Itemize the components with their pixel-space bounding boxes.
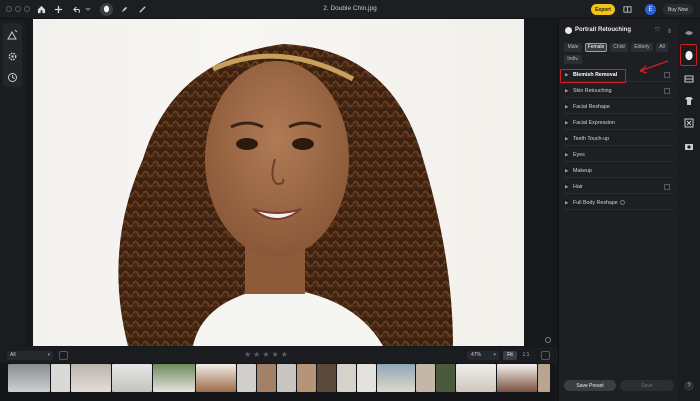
portrait-icon[interactable]: [684, 50, 694, 61]
filter-select[interactable]: All ▾: [7, 351, 53, 360]
thumbnail[interactable]: [377, 364, 415, 392]
chip-all[interactable]: All: [656, 43, 668, 52]
background-icon[interactable]: [684, 74, 694, 84]
crop-icon[interactable]: [684, 118, 694, 128]
expand-arrow-icon: ▶: [565, 88, 569, 93]
reset-icon[interactable]: ⤧: [655, 28, 660, 35]
thumbnail[interactable]: [497, 364, 537, 392]
section-eyes[interactable]: ▶ Eyes: [563, 149, 673, 162]
section-teeth-touch-up[interactable]: ▶ Teeth Touch-up: [563, 133, 673, 146]
clothing-icon[interactable]: [684, 96, 694, 106]
chip-child[interactable]: Child: [610, 43, 628, 52]
chevron-down-icon: ▾: [493, 352, 496, 358]
save-preset-button[interactable]: Save Preset: [564, 380, 616, 391]
compare-icon[interactable]: [621, 3, 633, 15]
toggle-icon[interactable]: [664, 184, 670, 190]
save-button[interactable]: Save: [620, 380, 674, 391]
section-skin-retouching[interactable]: ▶ Skin Retouching: [563, 85, 673, 98]
expand-arrow-icon: ▶: [565, 152, 569, 157]
save-button-label: Save: [641, 382, 653, 389]
thumbnail[interactable]: [436, 364, 455, 392]
chip-female[interactable]: Female: [585, 43, 607, 52]
info-icon[interactable]: [619, 200, 625, 206]
thumbnail[interactable]: [257, 364, 276, 392]
filmstrip: [0, 363, 558, 401]
adjust-icon[interactable]: [7, 29, 18, 40]
chip-male[interactable]: Male: [564, 43, 582, 52]
expand-arrow-icon: ▶: [565, 184, 569, 189]
section-makeup[interactable]: ▶ Makeup: [563, 165, 673, 178]
avatar[interactable]: E: [645, 4, 656, 15]
thumbnail[interactable]: [237, 364, 256, 392]
thumbnail[interactable]: [277, 364, 296, 392]
section-label: Hair: [573, 184, 583, 190]
thumbnail-selected[interactable]: [196, 364, 236, 392]
filter-select-value: All: [10, 352, 16, 358]
batch-select-icon[interactable]: [59, 351, 68, 360]
thumbnail[interactable]: [456, 364, 496, 392]
thumbnail[interactable]: [357, 364, 376, 392]
camera-icon[interactable]: [684, 141, 694, 151]
thumbnail[interactable]: [51, 364, 70, 392]
section-label: Teeth Touch-up: [573, 136, 610, 142]
section-label: Full Body Reshape: [573, 200, 625, 206]
thumbnail[interactable]: [153, 364, 195, 392]
expand-arrow-icon: ▶: [565, 104, 569, 109]
toggle-filmstrip-icon[interactable]: [541, 351, 550, 360]
history-icon[interactable]: [7, 72, 17, 82]
section-hair[interactable]: ▶ Hair: [563, 181, 673, 194]
collapse-icon[interactable]: ⇕: [667, 28, 672, 35]
section-label: Facial Expression: [573, 120, 615, 126]
thumbnail[interactable]: [538, 364, 550, 392]
expand-arrow-icon: ▶: [565, 120, 569, 125]
section-facial-expression[interactable]: ▶ Facial Expression: [563, 117, 673, 130]
filmstrip-toolbar: All ▾ ★★★★★ 47% ▾ Fit 1:1: [0, 347, 558, 363]
rating-stars[interactable]: ★★★★★: [244, 350, 290, 359]
title-bar: 2. Double Chin.jpg Export E Buy Now: [0, 0, 700, 19]
panel-title: Portrait Retouching: [575, 27, 632, 33]
fit-button[interactable]: Fit: [503, 351, 517, 360]
actual-size-button[interactable]: 1:1: [519, 351, 533, 360]
export-button[interactable]: Export: [591, 4, 615, 15]
section-label-text: Full Body Reshape: [573, 200, 618, 206]
section-full-body-reshape[interactable]: ▶ Full Body Reshape: [563, 197, 673, 210]
expand-arrow-icon: ▶: [565, 168, 569, 173]
buy-now-button[interactable]: Buy Now: [663, 4, 693, 15]
thumbnail[interactable]: [112, 364, 152, 392]
section-facial-reshape[interactable]: ▶ Facial Reshape: [563, 101, 673, 114]
thumbnail[interactable]: [297, 364, 316, 392]
toggle-icon[interactable]: [664, 88, 670, 94]
thumbnail[interactable]: [317, 364, 336, 392]
face-icon: [565, 27, 572, 34]
highlight-box: [560, 69, 626, 83]
eye-icon[interactable]: [684, 28, 694, 38]
section-label: Makeup: [573, 168, 592, 174]
chip-elderly[interactable]: Elderly: [631, 43, 653, 52]
chevron-down-icon: ▾: [47, 352, 50, 358]
info-icon[interactable]: [545, 337, 551, 343]
expand-arrow-icon: ▶: [565, 136, 569, 141]
chip-individual[interactable]: Indiv.: [564, 55, 582, 64]
section-label: Skin Retouching: [573, 88, 612, 94]
section-label: Facial Reshape: [573, 104, 610, 110]
zoom-value: 47%: [471, 352, 482, 358]
left-tool-rail: [0, 19, 25, 401]
help-button[interactable]: ?: [684, 381, 694, 391]
expand-arrow-icon: ▶: [565, 200, 569, 205]
section-label: Eyes: [573, 152, 585, 158]
settings-icon[interactable]: [7, 51, 17, 61]
annotation-arrow-icon: [639, 60, 669, 74]
zoom-select[interactable]: 47% ▾: [467, 351, 499, 360]
thumbnail[interactable]: [416, 364, 435, 392]
thumbnail[interactable]: [71, 364, 111, 392]
portrait-photo[interactable]: [33, 19, 524, 346]
thumbnail[interactable]: [8, 364, 50, 392]
thumbnail[interactable]: [337, 364, 356, 392]
tool-group: [3, 23, 22, 87]
